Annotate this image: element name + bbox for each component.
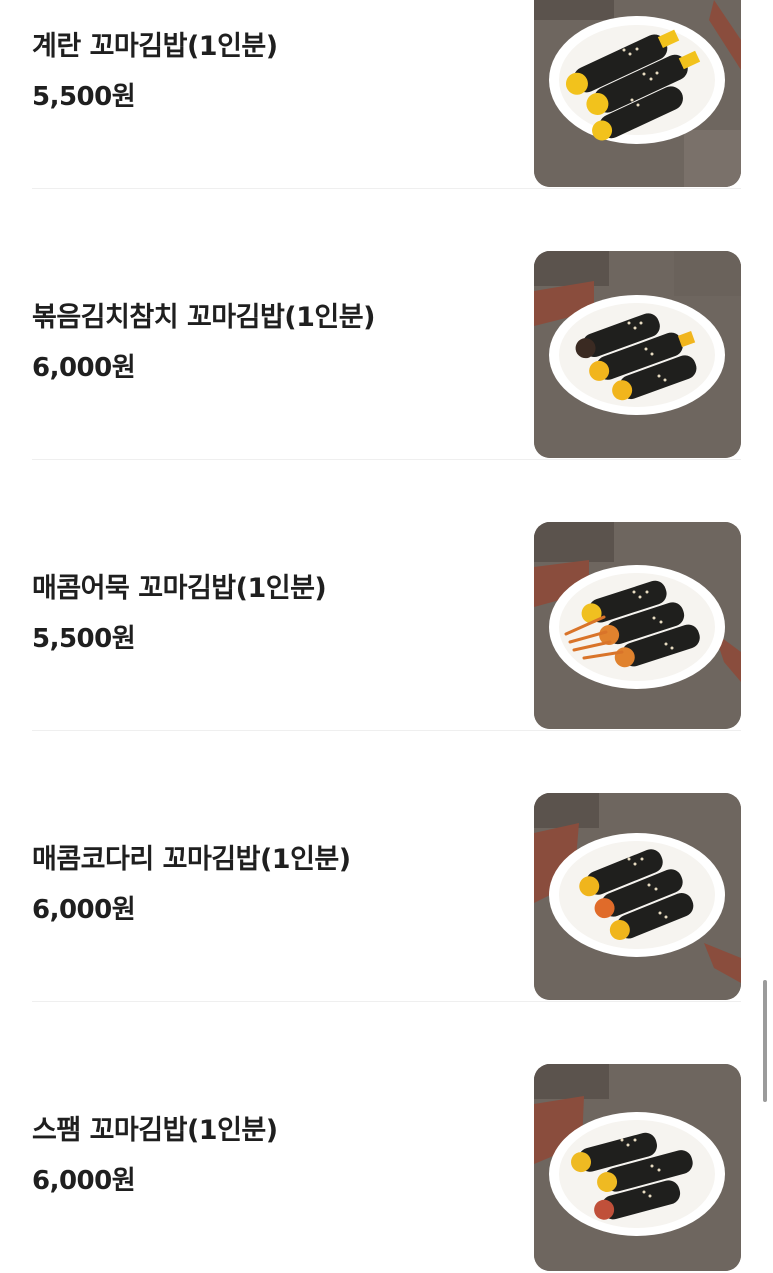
kimbap-plate-image xyxy=(534,793,741,1000)
menu-item-photo xyxy=(534,522,741,729)
menu-item-price: 6,000원 xyxy=(32,1166,136,1196)
menu-item[interactable]: 매콤코다리 꼬마김밥(1인분) 6,000원 xyxy=(32,731,741,1002)
scrollbar-thumb[interactable] xyxy=(763,980,767,1102)
menu-item-photo xyxy=(534,1064,741,1271)
menu-list: 계란 꼬마김밥(1인분) 5,500원 볶음김치참치 꼬마김밥(1인분) 6,0… xyxy=(0,0,773,1273)
menu-item-name: 계란 꼬마김밥(1인분) xyxy=(32,31,278,62)
menu-item-price: 6,000원 xyxy=(32,895,136,925)
menu-item-price: 6,000원 xyxy=(32,353,136,383)
kimbap-plate-image xyxy=(534,0,741,187)
menu-item-photo xyxy=(534,0,741,187)
menu-item-photo xyxy=(534,251,741,458)
menu-item-name: 매콤어묵 꼬마김밥(1인분) xyxy=(32,573,327,604)
menu-item-name: 매콤코다리 꼬마김밥(1인분) xyxy=(32,844,351,875)
menu-item[interactable]: 스팸 꼬마김밥(1인분) 6,000원 xyxy=(32,1002,741,1273)
menu-item-name: 스팸 꼬마김밥(1인분) xyxy=(32,1115,278,1146)
kimbap-plate-image xyxy=(534,522,741,729)
menu-item[interactable]: 계란 꼬마김밥(1인분) 5,500원 xyxy=(32,0,741,189)
menu-item-price: 5,500원 xyxy=(32,624,136,654)
menu-item[interactable]: 볶음김치참치 꼬마김밥(1인분) 6,000원 xyxy=(32,189,741,460)
menu-item[interactable]: 매콤어묵 꼬마김밥(1인분) 5,500원 xyxy=(32,460,741,731)
menu-item-price: 5,500원 xyxy=(32,82,136,112)
kimbap-plate-image xyxy=(534,251,741,458)
kimbap-plate-image xyxy=(534,1064,741,1271)
menu-item-name: 볶음김치참치 꼬마김밥(1인분) xyxy=(32,302,375,333)
menu-item-photo xyxy=(534,793,741,1000)
